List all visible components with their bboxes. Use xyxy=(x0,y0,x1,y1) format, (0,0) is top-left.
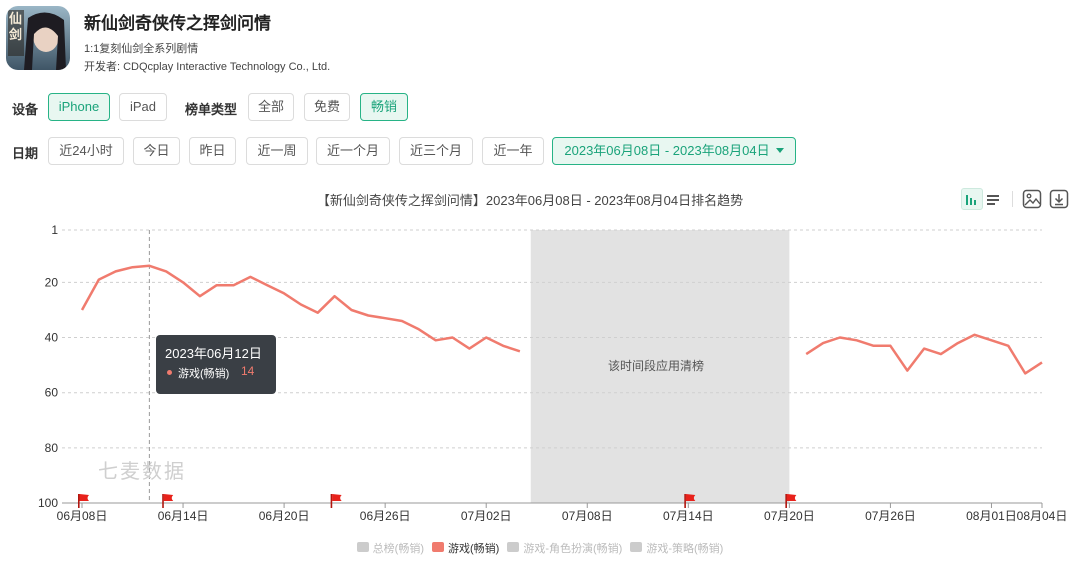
x-tick-label: 07月02日 xyxy=(461,509,512,523)
x-tick-label: 07月20日 xyxy=(764,509,815,523)
legend-swatch xyxy=(507,542,520,552)
x-tick-label: 07月08日 xyxy=(562,509,613,523)
y-tick-label: 20 xyxy=(45,275,59,289)
x-tick-label: 06月20日 xyxy=(259,509,310,523)
toolbar-divider xyxy=(1012,191,1013,207)
red-flag-icon[interactable] xyxy=(78,494,89,508)
legend-item[interactable]: 游戏(畅销) xyxy=(432,540,499,556)
watermark: 七麦数据 xyxy=(98,461,186,483)
y-tick-label: 1 xyxy=(51,223,58,237)
tooltip-value: 14 xyxy=(241,364,255,378)
y-tick-label: 100 xyxy=(38,496,58,510)
x-tick-label: 07月26日 xyxy=(865,509,916,523)
y-tick-label: 60 xyxy=(45,386,59,400)
x-tick-label: 06月26日 xyxy=(360,509,411,523)
red-flag-icon[interactable] xyxy=(684,494,696,508)
legend-item[interactable]: 游戏-策略(畅销) xyxy=(630,540,723,556)
x-tick-label: 08月04日 xyxy=(1017,509,1068,523)
list-icon[interactable] xyxy=(983,188,1005,210)
legend-label: 游戏(畅销) xyxy=(448,543,500,555)
legend-swatch xyxy=(630,542,643,552)
legend-label: 游戏-角色扮演(畅销) xyxy=(523,543,623,555)
cleared-period-note: 该时间段应用清榜 xyxy=(607,359,704,373)
x-tick-label: 07月14日 xyxy=(663,509,714,523)
download-icon[interactable] xyxy=(1048,188,1070,210)
chart-legend: 总榜(畅销) 游戏(畅销) 游戏-角色扮演(畅销) 游戏-策略(畅销) xyxy=(0,540,1080,556)
red-flag-icon[interactable] xyxy=(330,494,342,508)
legend-swatch xyxy=(432,542,444,552)
image-download-icon[interactable] xyxy=(1021,188,1043,210)
bar-chart-icon[interactable] xyxy=(961,188,983,210)
series-line xyxy=(80,264,521,353)
y-tick-label: 40 xyxy=(45,331,59,345)
red-flag-icon[interactable] xyxy=(162,494,174,508)
legend-label: 游戏-策略(畅销) xyxy=(646,543,724,555)
chart-title: 【新仙剑奇侠传之挥剑问情】2023年06月08日 - 2023年08月04日排名… xyxy=(316,193,744,208)
x-tick-label: 08月01日 xyxy=(966,509,1017,523)
tooltip-series-name: 游戏(畅销) xyxy=(178,368,230,380)
x-tick-label: 06月14日 xyxy=(158,509,209,523)
x-tick-label: 06月08日 xyxy=(57,509,108,523)
legend-item[interactable]: 游戏-角色扮演(畅销) xyxy=(507,540,622,556)
chart-tooltip: 2023年06月12日 游戏(畅销) 14 xyxy=(156,335,276,394)
legend-item[interactable]: 总榜(畅销) xyxy=(356,540,424,556)
series-line xyxy=(805,333,1043,375)
tooltip-date: 2023年06月12日 xyxy=(165,346,262,361)
legend-swatch xyxy=(356,542,369,552)
y-tick-label: 80 xyxy=(45,441,59,455)
tooltip-series-dot xyxy=(167,370,172,375)
red-flag-icon[interactable] xyxy=(785,494,797,508)
legend-label: 总榜(畅销) xyxy=(372,543,424,555)
